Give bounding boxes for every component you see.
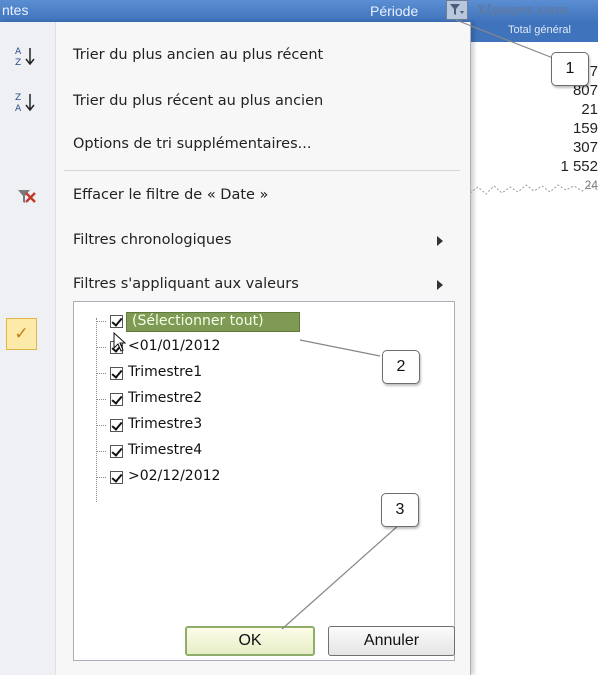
- list-item-label: >02/12/2012: [128, 468, 221, 484]
- list-item-label: Trimestre1: [128, 364, 203, 380]
- torn-edge: [470, 184, 598, 195]
- total-header-label: Total général: [508, 24, 571, 36]
- list-item-label: Trimestre4: [128, 442, 203, 458]
- value-cell: 159: [572, 120, 598, 137]
- tree-connector: [96, 318, 97, 502]
- submenu-arrow-icon: [437, 280, 443, 290]
- svg-text:A: A: [15, 104, 22, 114]
- item-checkbox[interactable]: [110, 367, 123, 380]
- value-cell: 307: [572, 139, 598, 156]
- column-header-bar: ntes Période Xlpages.com: [0, 0, 598, 22]
- item-checkbox[interactable]: [110, 471, 123, 484]
- item-checkbox[interactable]: [110, 445, 123, 458]
- mouse-cursor-icon: [113, 332, 127, 352]
- total-header: Total général: [470, 22, 598, 42]
- periode-header: Période: [370, 3, 419, 19]
- filter-dropdown-button[interactable]: [446, 0, 468, 20]
- item-checkbox[interactable]: [110, 393, 123, 406]
- callout-2: 2: [382, 350, 420, 384]
- menu-item-date-filters[interactable]: Filtres chronologiques: [73, 232, 232, 248]
- menu-item-value-filters[interactable]: Filtres s'appliquant aux valeurs: [73, 276, 299, 292]
- menu-item-more-sort-options[interactable]: Options de tri supplémentaires...: [73, 136, 311, 152]
- value-cell: 1 552: [560, 158, 598, 175]
- filter-funnel-icon: [450, 4, 464, 15]
- header-left-text: ntes: [2, 2, 29, 18]
- list-item-label: <01/01/2012: [128, 338, 221, 354]
- menu-separator: [64, 170, 460, 171]
- menu-item-sort-asc[interactable]: Trier du plus ancien au plus récent: [73, 47, 323, 63]
- cancel-button[interactable]: Annuler: [328, 626, 455, 656]
- menu-item-clear-filter[interactable]: Effacer le filtre de « Date »: [73, 187, 268, 203]
- sort-desc-icon: Z A: [14, 90, 38, 114]
- ok-button[interactable]: OK: [185, 626, 315, 656]
- svg-text:A: A: [15, 47, 22, 57]
- menu-item-sort-desc[interactable]: Trier du plus récent au plus ancien: [73, 93, 323, 109]
- select-all-label: (Sélectionner tout): [132, 313, 264, 329]
- value-cell: 21: [581, 101, 598, 118]
- list-item-label: Trimestre3: [128, 416, 203, 432]
- callout-3: 3: [381, 493, 419, 527]
- svg-text:Z: Z: [15, 58, 21, 68]
- checkmark-icon: ✓: [6, 318, 37, 350]
- select-all-checkbox[interactable]: [110, 315, 123, 328]
- list-item-label: Trimestre2: [128, 390, 203, 406]
- item-checkbox[interactable]: [110, 419, 123, 432]
- callout-1: 1: [551, 52, 589, 86]
- submenu-arrow-icon: [437, 236, 443, 246]
- clear-filter-icon: [14, 185, 38, 209]
- watermark-logo: Xlpages.com: [476, 3, 569, 18]
- sort-asc-icon: A Z: [14, 44, 38, 68]
- svg-text:Z: Z: [15, 93, 21, 103]
